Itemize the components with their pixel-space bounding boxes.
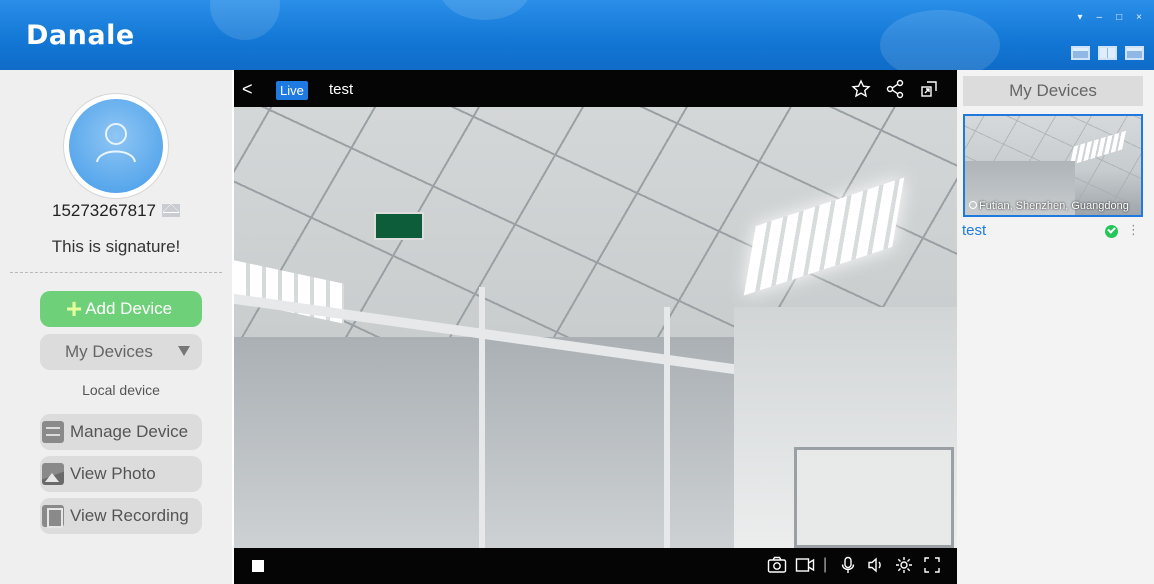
video-door — [794, 447, 954, 548]
exit-window-icon[interactable] — [919, 79, 939, 99]
maximize-icon[interactable]: □ — [1116, 12, 1122, 24]
layout-switcher — [1071, 46, 1144, 60]
add-device-label: Add Device — [85, 299, 173, 318]
dropdown-menu-icon[interactable]: ▾ — [1078, 12, 1083, 24]
snapshot-camera-icon[interactable] — [767, 556, 787, 574]
share-icon[interactable] — [885, 79, 905, 99]
bokeh-decoration — [210, 0, 280, 40]
video-bottom-bar: | — [234, 548, 957, 584]
divider — [10, 272, 222, 273]
account-row: 15273267817 — [0, 201, 232, 221]
microphone-icon[interactable] — [839, 556, 857, 574]
star-icon[interactable] — [851, 79, 871, 99]
film-icon — [42, 505, 64, 528]
device-location: Futian, Shenzhen, Guangdong — [969, 200, 1129, 212]
control-separator: | — [823, 556, 828, 573]
layout-list-icon[interactable] — [1125, 46, 1144, 60]
mail-icon[interactable] — [162, 204, 180, 217]
stop-icon[interactable] — [252, 560, 264, 572]
manage-device-button[interactable]: Manage Device — [40, 414, 202, 450]
my-devices-dropdown[interactable]: My Devices — [40, 334, 202, 370]
devices-panel-title: My Devices — [963, 76, 1143, 106]
bokeh-decoration — [880, 10, 1000, 70]
my-devices-label: My Devices — [65, 342, 153, 361]
close-icon[interactable]: × — [1136, 12, 1142, 24]
view-photo-label: View Photo — [70, 464, 156, 483]
user-signature[interactable]: This is signature! — [0, 237, 232, 257]
title-bar: Danale ▾ – □ × — [0, 0, 1154, 70]
back-icon[interactable]: < — [242, 79, 253, 100]
record-video-icon[interactable] — [795, 556, 815, 574]
window-controls: ▾ – □ × — [1078, 12, 1142, 24]
live-video-feed[interactable] — [234, 107, 957, 548]
video-glass-frame — [479, 287, 485, 548]
devices-panel: My Devices Futian, Shenzhen, Guangdong t… — [957, 70, 1154, 584]
camera-name: test — [329, 81, 354, 98]
layout-single-icon[interactable] — [1071, 46, 1090, 60]
manage-device-label: Manage Device — [70, 422, 189, 441]
view-recording-label: View Recording — [70, 506, 189, 525]
avatar[interactable] — [64, 94, 168, 198]
more-options-icon[interactable]: ⋮ — [1127, 222, 1140, 238]
video-controls: | — [767, 556, 941, 574]
speaker-icon[interactable] — [867, 556, 885, 574]
phone-number: 15273267817 — [51, 201, 156, 220]
caret-down-icon — [178, 346, 190, 356]
settings-gear-icon[interactable] — [895, 556, 913, 574]
app-logo: Danale — [26, 20, 135, 51]
local-device-label[interactable]: Local device — [40, 382, 202, 398]
view-recording-button[interactable]: View Recording — [40, 498, 202, 534]
device-name-link[interactable]: test — [962, 222, 986, 239]
image-icon — [42, 463, 64, 485]
user-icon — [96, 123, 136, 163]
sliders-icon — [42, 421, 64, 443]
fullscreen-icon[interactable] — [923, 556, 941, 574]
add-device-button[interactable]: + Add Device — [40, 291, 202, 327]
video-top-actions — [851, 79, 939, 99]
live-badge: Live — [276, 81, 308, 100]
online-check-icon — [1105, 225, 1118, 238]
view-photo-button[interactable]: View Photo — [40, 456, 202, 492]
sidebar: 15273267817 This is signature! + Add Dev… — [0, 70, 232, 584]
video-panel: < Live test | — [234, 70, 957, 584]
device-thumbnail[interactable]: Futian, Shenzhen, Guangdong — [963, 114, 1143, 217]
plus-icon: + — [65, 293, 83, 324]
layout-split-icon[interactable] — [1098, 46, 1117, 60]
video-top-bar: < Live test — [234, 70, 957, 107]
video-exit-sign — [374, 212, 424, 240]
video-glass-frame — [664, 307, 670, 548]
bokeh-decoration — [440, 0, 530, 20]
minimize-icon[interactable]: – — [1097, 12, 1103, 24]
